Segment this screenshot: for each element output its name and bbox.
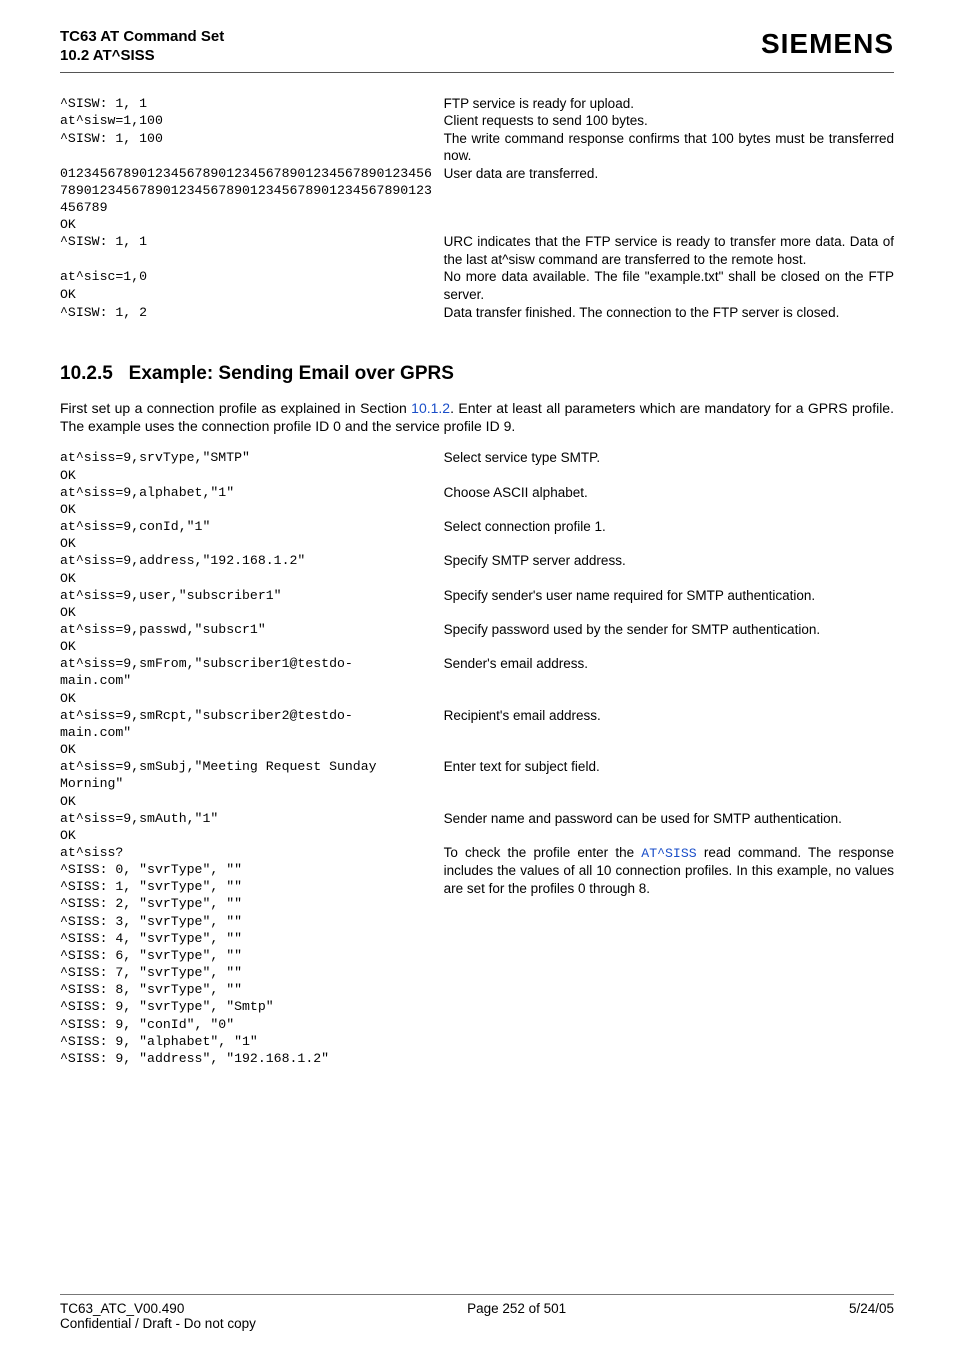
description-cell: Recipient's email address. <box>444 707 894 725</box>
example-row: at^sisw=1,100Client requests to send 100… <box>60 112 894 130</box>
footer-divider <box>60 1294 894 1295</box>
at-siss-link[interactable]: AT^SISS <box>641 846 696 861</box>
page-header: TC63 AT Command Set 10.2 AT^SISS SIEMENS <box>60 28 894 66</box>
description-cell: Specify SMTP server address. <box>444 552 894 570</box>
example-row: ^SISW: 1, 1FTP service is ready for uplo… <box>60 95 894 113</box>
description-cell: Sender's email address. <box>444 655 894 673</box>
footer-left: TC63_ATC_V00.490 <box>60 1301 184 1316</box>
example-row: OK <box>60 216 894 233</box>
description-cell: User data are transferred. <box>444 165 894 183</box>
description-cell: Data transfer finished. The connection t… <box>444 304 894 322</box>
command-cell: at^sisc=1,0 OK <box>60 268 444 302</box>
example-row: at^siss=9,user,"subscriber1" OKSpecify s… <box>60 587 894 621</box>
description-cell: Specify sender's user name required for … <box>444 587 894 605</box>
intro-prefix: First set up a connection profile as exp… <box>60 400 411 416</box>
ftp-example-block: ^SISW: 1, 1FTP service is ready for uplo… <box>60 95 894 322</box>
description-cell: Specify password used by the sender for … <box>444 621 894 639</box>
description-cell: Select service type SMTP. <box>444 449 894 467</box>
command-cell: at^siss=9,alphabet,"1" OK <box>60 484 444 518</box>
brand-logo: SIEMENS <box>761 28 894 60</box>
example-row: at^sisc=1,0 OKNo more data available. Th… <box>60 268 894 303</box>
description-cell: The write command response confirms that… <box>444 130 894 165</box>
example-row: at^siss=9,smSubj,"Meeting Request Sunday… <box>60 758 894 809</box>
example-row: at^siss=9,address,"192.168.1.2" OKSpecif… <box>60 552 894 586</box>
siss-query-left: at^siss? ^SISS: 0, "svrType", "" ^SISS: … <box>60 844 444 1067</box>
siss-query-row: at^siss? ^SISS: 0, "svrType", "" ^SISS: … <box>60 844 894 1067</box>
command-cell: at^siss=9,srvType,"SMTP" OK <box>60 449 444 483</box>
footer-left-line2: Confidential / Draft - Do not copy <box>60 1316 256 1331</box>
example-row: at^siss=9,smFrom,"subscriber1@testdo- ma… <box>60 655 894 706</box>
description-cell: Client requests to send 100 bytes. <box>444 112 894 130</box>
command-cell: at^siss=9,address,"192.168.1.2" OK <box>60 552 444 586</box>
command-cell: at^siss=9,smFrom,"subscriber1@testdo- ma… <box>60 655 444 706</box>
command-cell: at^siss=9,smSubj,"Meeting Request Sunday… <box>60 758 444 809</box>
command-cell: ^SISW: 1, 2 <box>60 304 444 321</box>
description-cell: Enter text for subject field. <box>444 758 894 776</box>
example-row: 0123456789012345678901234567890123456789… <box>60 165 894 216</box>
section-ref: 10.2 AT^SISS <box>60 47 224 66</box>
example-row: at^siss=9,smRcpt,"subscriber2@testdo- ma… <box>60 707 894 758</box>
command-cell: at^sisw=1,100 <box>60 112 444 129</box>
smtp-example-block: at^siss=9,srvType,"SMTP" OKSelect servic… <box>60 449 894 844</box>
footer-right: 5/24/05 <box>849 1301 894 1316</box>
doc-title: TC63 AT Command Set <box>60 28 224 47</box>
command-cell: at^siss=9,passwd,"subscr1" OK <box>60 621 444 655</box>
description-cell: Choose ASCII alphabet. <box>444 484 894 502</box>
siss-right-prefix: To check the profile enter the <box>444 845 642 860</box>
example-row: at^siss=9,passwd,"subscr1" OKSpecify pas… <box>60 621 894 655</box>
header-divider <box>60 72 894 73</box>
command-cell: 0123456789012345678901234567890123456789… <box>60 165 444 216</box>
description-cell: Select connection profile 1. <box>444 518 894 536</box>
command-cell: at^siss=9,conId,"1" OK <box>60 518 444 552</box>
description-cell: No more data available. The file "exampl… <box>444 268 894 303</box>
intro-link[interactable]: 10.1.2 <box>411 400 450 416</box>
command-cell: at^siss=9,user,"subscriber1" OK <box>60 587 444 621</box>
description-cell: FTP service is ready for upload. <box>444 95 894 113</box>
section-heading: 10.2.5 Example: Sending Email over GPRS <box>60 363 894 385</box>
command-cell: ^SISW: 1, 1 <box>60 233 444 250</box>
section-title: Example: Sending Email over GPRS <box>129 363 454 384</box>
command-cell: ^SISW: 1, 1 <box>60 95 444 112</box>
command-cell: ^SISW: 1, 100 <box>60 130 444 147</box>
command-cell: at^siss=9,smAuth,"1" OK <box>60 810 444 844</box>
example-row: ^SISW: 1, 1URC indicates that the FTP se… <box>60 233 894 268</box>
example-row: at^siss=9,srvType,"SMTP" OKSelect servic… <box>60 449 894 483</box>
command-cell: at^siss=9,smRcpt,"subscriber2@testdo- ma… <box>60 707 444 758</box>
example-row: ^SISW: 1, 100The write command response … <box>60 130 894 165</box>
example-row: at^siss=9,alphabet,"1" OKChoose ASCII al… <box>60 484 894 518</box>
example-row: at^siss=9,conId,"1" OKSelect connection … <box>60 518 894 552</box>
siss-query-right: To check the profile enter the AT^SISS r… <box>444 844 894 897</box>
example-row: ^SISW: 1, 2Data transfer finished. The c… <box>60 304 894 322</box>
command-cell: OK <box>60 216 444 233</box>
section-number: 10.2.5 <box>60 363 113 384</box>
description-cell: URC indicates that the FTP service is re… <box>444 233 894 268</box>
example-row: at^siss=9,smAuth,"1" OKSender name and p… <box>60 810 894 844</box>
footer-center: Page 252 of 501 <box>467 1301 566 1316</box>
header-left: TC63 AT Command Set 10.2 AT^SISS <box>60 28 224 66</box>
page-footer: TC63_ATC_V00.490 Page 252 of 501 5/24/05… <box>60 1294 894 1331</box>
description-cell: Sender name and password can be used for… <box>444 810 894 828</box>
intro-paragraph: First set up a connection profile as exp… <box>60 399 894 435</box>
